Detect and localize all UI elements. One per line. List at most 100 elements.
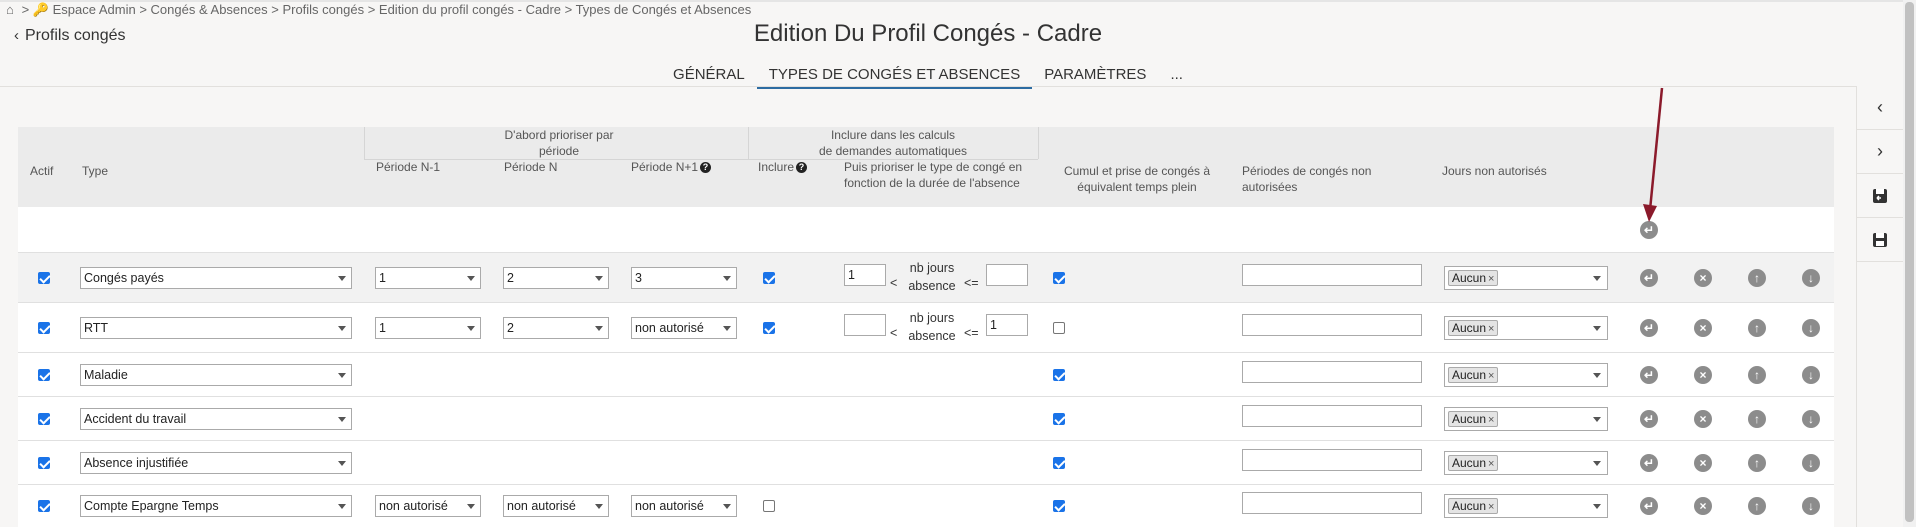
help-icon[interactable]: ? bbox=[700, 162, 712, 174]
header-group-inclure: Inclure dans les calculs de demandes aut… bbox=[748, 127, 1038, 159]
arrow-up-icon[interactable]: ↑ bbox=[1748, 497, 1766, 515]
jours-non-autorises-select[interactable]: Aucun × bbox=[1444, 266, 1608, 290]
close-icon[interactable]: × bbox=[1694, 410, 1712, 428]
cumul-checkbox[interactable] bbox=[1053, 413, 1065, 425]
undo-icon[interactable]: ↵ bbox=[1640, 497, 1658, 515]
cumul-checkbox[interactable] bbox=[1053, 322, 1065, 334]
arrow-down-icon[interactable]: ↓ bbox=[1802, 366, 1820, 384]
cumul-checkbox[interactable] bbox=[1053, 272, 1065, 284]
jours-non-autorises-select[interactable]: Aucun × bbox=[1444, 407, 1608, 431]
periode-n-select[interactable]: 2 bbox=[503, 317, 609, 339]
jours-non-autorises-select[interactable]: Aucun × bbox=[1444, 451, 1608, 475]
jours-tag[interactable]: Aucun × bbox=[1448, 367, 1499, 383]
periodes-non-autorisees-input[interactable] bbox=[1242, 314, 1422, 336]
close-icon[interactable]: × bbox=[1694, 366, 1712, 384]
periode-np1-select[interactable]: non autorisé bbox=[631, 495, 737, 517]
close-icon[interactable]: × bbox=[1694, 454, 1712, 472]
periode-n1-select[interactable]: 1 bbox=[375, 317, 481, 339]
periode-n1-select[interactable]: non autorisé bbox=[375, 495, 481, 517]
cumul-checkbox[interactable] bbox=[1053, 369, 1065, 381]
cumul-checkbox[interactable] bbox=[1053, 457, 1065, 469]
actif-checkbox[interactable] bbox=[38, 369, 50, 381]
actif-checkbox[interactable] bbox=[38, 413, 50, 425]
actif-checkbox[interactable] bbox=[38, 500, 50, 512]
actif-checkbox[interactable] bbox=[38, 322, 50, 334]
max-days-input[interactable] bbox=[986, 264, 1028, 286]
chevron-right-icon[interactable]: › bbox=[1857, 130, 1903, 174]
close-icon[interactable]: × bbox=[1694, 497, 1712, 515]
cumul-checkbox[interactable] bbox=[1053, 500, 1065, 512]
type-select[interactable]: Accident du travail bbox=[80, 408, 352, 430]
scrollbar-thumb[interactable] bbox=[1905, 2, 1914, 522]
save-icon[interactable] bbox=[1857, 218, 1903, 262]
type-select[interactable]: Absence injustifiée bbox=[80, 452, 352, 474]
periodes-non-autorisees-input[interactable] bbox=[1242, 361, 1422, 383]
nb-jours-label: nb jours absence bbox=[908, 311, 956, 343]
max-days-input[interactable]: 1 bbox=[986, 314, 1028, 336]
type-select[interactable]: Maladie bbox=[80, 364, 352, 386]
periode-np1-select[interactable]: 3 bbox=[631, 267, 737, 289]
remove-tag-icon[interactable]: × bbox=[1488, 273, 1494, 285]
arrow-down-icon[interactable]: ↓ bbox=[1802, 497, 1820, 515]
undo-icon[interactable]: ↵ bbox=[1640, 410, 1658, 428]
chevron-down-icon bbox=[467, 504, 475, 509]
arrow-down-icon[interactable]: ↓ bbox=[1802, 269, 1820, 287]
arrow-up-icon[interactable]: ↑ bbox=[1748, 319, 1766, 337]
save-return-icon[interactable] bbox=[1857, 174, 1903, 218]
jours-tag[interactable]: Aucun × bbox=[1448, 498, 1499, 514]
home-icon[interactable]: ⌂ bbox=[6, 2, 18, 17]
periode-n1-select[interactable]: 1 bbox=[375, 267, 481, 289]
periodes-non-autorisees-input[interactable] bbox=[1242, 405, 1422, 427]
undo-icon[interactable]: ↵ bbox=[1640, 366, 1658, 384]
min-days-input[interactable]: 1 bbox=[844, 264, 886, 286]
help-icon[interactable]: ? bbox=[796, 162, 808, 174]
jours-non-autorises-select[interactable]: Aucun × bbox=[1444, 363, 1608, 387]
close-icon[interactable]: × bbox=[1694, 269, 1712, 287]
breadcrumb-text[interactable]: > 🔑 Espace Admin > Congés & Absences > P… bbox=[22, 2, 752, 17]
max-days-value: 1 bbox=[990, 318, 997, 332]
header-periode-n1: Période N-1 bbox=[376, 160, 441, 174]
arrow-up-icon[interactable]: ↑ bbox=[1748, 454, 1766, 472]
periode-n-select[interactable]: 2 bbox=[503, 267, 609, 289]
periodes-non-autorisees-input[interactable] bbox=[1242, 449, 1422, 471]
undo-icon[interactable]: ↵ bbox=[1640, 269, 1658, 287]
jours-tag[interactable]: Aucun × bbox=[1448, 411, 1499, 427]
remove-tag-icon[interactable]: × bbox=[1488, 458, 1494, 470]
periode-n-select[interactable]: non autorisé bbox=[503, 495, 609, 517]
type-select[interactable]: Compte Epargne Temps bbox=[80, 495, 352, 517]
jours-tag[interactable]: Aucun × bbox=[1448, 455, 1499, 471]
actif-checkbox[interactable] bbox=[38, 272, 50, 284]
undo-icon[interactable]: ↵ bbox=[1640, 454, 1658, 472]
arrow-up-icon[interactable]: ↑ bbox=[1748, 366, 1766, 384]
jours-non-autorises-select[interactable]: Aucun × bbox=[1444, 494, 1608, 518]
periodes-non-autorisees-input[interactable] bbox=[1242, 492, 1422, 514]
jours-tag[interactable]: Aucun × bbox=[1448, 320, 1499, 336]
min-days-input[interactable] bbox=[844, 314, 886, 336]
type-select[interactable]: Congés payés bbox=[80, 267, 352, 289]
undo-icon[interactable]: ↵ bbox=[1640, 319, 1658, 337]
inclure-checkbox[interactable] bbox=[763, 272, 775, 284]
remove-tag-icon[interactable]: × bbox=[1488, 414, 1494, 426]
arrow-up-icon[interactable]: ↑ bbox=[1748, 269, 1766, 287]
header-periode-np1: Période N+1? bbox=[631, 159, 712, 175]
type-select[interactable]: RTT bbox=[80, 317, 352, 339]
actif-checkbox[interactable] bbox=[38, 457, 50, 469]
remove-tag-icon[interactable]: × bbox=[1488, 501, 1494, 513]
close-icon[interactable]: × bbox=[1694, 319, 1712, 337]
inclure-checkbox[interactable] bbox=[763, 322, 775, 334]
scrollbar[interactable] bbox=[1903, 0, 1916, 527]
periode-n-value: non autorisé bbox=[507, 499, 576, 513]
arrow-up-icon[interactable]: ↑ bbox=[1748, 410, 1766, 428]
jours-tag[interactable]: Aucun × bbox=[1448, 270, 1499, 286]
arrow-down-icon[interactable]: ↓ bbox=[1802, 319, 1820, 337]
arrow-down-icon[interactable]: ↓ bbox=[1802, 410, 1820, 428]
periodes-non-autorisees-input[interactable] bbox=[1242, 264, 1422, 286]
chevron-left-icon[interactable]: ‹ bbox=[1857, 86, 1903, 130]
periode-n-value: 2 bbox=[507, 271, 514, 285]
periode-np1-select[interactable]: non autorisé bbox=[631, 317, 737, 339]
jours-non-autorises-select[interactable]: Aucun × bbox=[1444, 316, 1608, 340]
remove-tag-icon[interactable]: × bbox=[1488, 370, 1494, 382]
remove-tag-icon[interactable]: × bbox=[1488, 323, 1494, 335]
arrow-down-icon[interactable]: ↓ bbox=[1802, 454, 1820, 472]
inclure-checkbox[interactable] bbox=[763, 500, 775, 512]
